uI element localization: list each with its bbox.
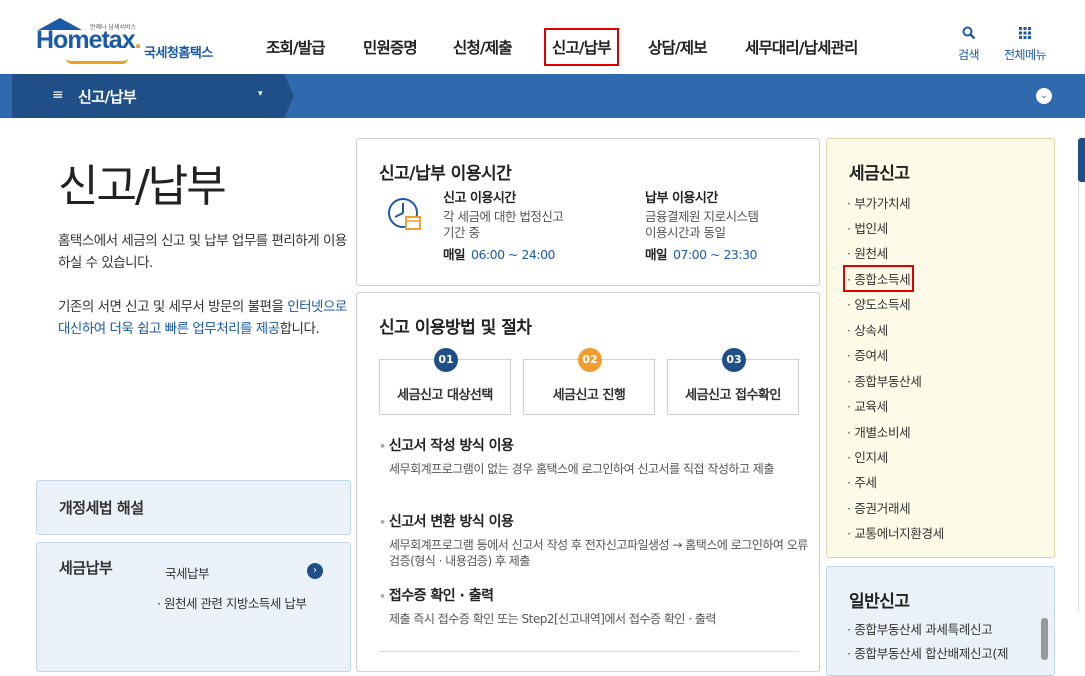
search-label: 검색 [958, 48, 980, 62]
procedure-item: 신고서 작성 방식 이용 세무회계프로그램이 없는 경우 홈택스에 로그인하여 … [379, 435, 809, 477]
side-item-real-estate-special[interactable]: 종합부동산세 과세특례신고 [847, 619, 992, 638]
tax-law-explanation-box[interactable]: 개정세법 해설 [36, 480, 351, 535]
clock-calendar-icon [385, 195, 423, 233]
right-edge-tab[interactable] [1078, 138, 1085, 182]
procedure-item-title: 신고서 작성 방식 이용 [379, 435, 809, 455]
logo-wordmark-dot: . [134, 26, 142, 54]
local-income-tax-payment-link[interactable]: · 원천세 관련 지방소득세 납부 [157, 593, 307, 612]
side-item-transfer-income-tax[interactable]: 양도소득세 [847, 294, 910, 313]
procedure-item: 접수증 확인 · 출력 제출 즉시 접수증 확인 또는 Step2[신고내역]에… [379, 585, 809, 627]
hamburger-icon: ≡ [52, 87, 64, 103]
scrollbar-thumb[interactable] [1041, 618, 1048, 660]
side-item-individual-consumption-tax[interactable]: 개별소비세 [847, 422, 910, 441]
pay-time-desc2: 이용시간과 동일 [645, 225, 726, 240]
report-time-hours: 매일 06:00 ~ 24:00 [443, 247, 563, 263]
intro-description-2: 기존의 서면 신고 및 세무서 방문의 불편을 인터넷으로 대신하여 더욱 쉽고… [58, 296, 348, 340]
side-item-comprehensive-real-estate-tax[interactable]: 종합부동산세 [847, 371, 922, 390]
gnb-item-application[interactable]: 신청/제출 [453, 36, 512, 58]
logo-swoosh [66, 58, 128, 64]
pay-time-hours: 매일 07:00 ~ 23:30 [645, 247, 758, 263]
category-selector-arrow [284, 74, 294, 118]
report-time-column: 신고 이용시간 각 세금에 대한 법정신고 기간 중 매일 06:00 ~ 24:… [443, 191, 564, 263]
side-item-education-tax[interactable]: 교육세 [847, 396, 888, 415]
search-button[interactable]: 검색 [958, 26, 980, 63]
side-item-traffic-energy-env-tax[interactable]: 교통에너지환경세 [847, 523, 944, 542]
all-menu-button[interactable]: 전체메뉴 [1004, 26, 1047, 63]
tax-payment-title: 세금납부 [59, 559, 113, 577]
hometax-logo[interactable]: 언제나 납세서비스 Hometax. 국세청홈택스 [36, 18, 236, 74]
intro-desc2-text: 기존의 서면 신고 및 세무서 방문의 불편을 [58, 299, 288, 315]
all-menu-label: 전체메뉴 [1004, 48, 1047, 62]
tax-law-explanation-title: 개정세법 해설 [59, 499, 144, 517]
right-edge-panel [1078, 182, 1085, 612]
step-number: 01 [434, 348, 458, 372]
page-title: 신고/납부 [58, 161, 227, 212]
intro-description: 홈택스에서 세금의 신고 및 납부 업무를 편리하게 이용하실 수 있습니다. [58, 233, 347, 271]
sub-navbar: ≡ 신고/납부 ▾ ⌄ [0, 74, 1085, 118]
pay-time-desc1: 금융결제원 지로시스템 [645, 209, 759, 224]
side-item-global-income-tax[interactable]: 종합소득세 [842, 265, 915, 292]
side-item-withholding-tax[interactable]: 원천세 [847, 243, 888, 262]
gnb-item-certificate[interactable]: 민원증명 [363, 36, 418, 58]
step-select-target[interactable]: 01 세금신고 대상선택 [379, 348, 511, 415]
report-time-desc2: 기간 중 [443, 225, 480, 240]
side-item-real-estate-exclusion[interactable]: 종합부동산세 합산배제신고(제 [847, 643, 1008, 662]
gnb-item-report-pay[interactable]: 신고/납부 [544, 28, 619, 66]
step-label: 세금신고 대상선택 [397, 388, 493, 403]
side-item-inheritance-tax[interactable]: 상속세 [847, 320, 888, 339]
gnb-item-consult[interactable]: 상담/제보 [648, 36, 707, 58]
logo-wordmark-home: Hom [36, 26, 90, 54]
category-title: 신고/납부 [78, 88, 137, 106]
side-item-vat[interactable]: 부가가치세 [847, 193, 910, 212]
side-item-liquor-tax[interactable]: 주세 [847, 472, 877, 491]
step-proceed-report[interactable]: 02 세금신고 진행 [523, 348, 655, 415]
divider [379, 651, 799, 652]
side-item-stamp-tax[interactable]: 인지세 [847, 447, 888, 466]
side-item-securities-transaction-tax[interactable]: 증권거래세 [847, 498, 910, 517]
procedure-card: 신고 이용방법 및 절차 01 세금신고 대상선택 02 세금신고 진행 03 … [356, 292, 820, 672]
general-report-title: 일반신고 [849, 592, 910, 612]
tax-payment-box: 세금납부 국세납부 › · 원천세 관련 지방소득세 납부 [36, 542, 351, 672]
side-item-corporate-tax[interactable]: 법인세 [847, 218, 888, 237]
step-label: 세금신고 접수확인 [685, 388, 781, 403]
gnb-item-inquiry[interactable]: 조회/발급 [266, 36, 325, 58]
pay-time-column: 납부 이용시간 금융결제원 지로시스템 이용시간과 동일 매일 07:00 ~ 2… [645, 191, 759, 263]
dropdown-caret-icon: ▾ [258, 89, 263, 99]
report-time-desc1: 각 세금에 대한 법정신고 [443, 209, 564, 224]
usage-time-title: 신고/납부 이용시간 [379, 164, 512, 184]
report-daily-label: 매일 [443, 247, 466, 262]
logo-wordmark-e: e [88, 26, 103, 54]
pay-time-value: 07:00 ~ 23:30 [673, 247, 757, 262]
tax-report-panel: 세금신고 부가가치세 법인세 원천세 종합소득세 양도소득세 상속세 증여세 종… [826, 138, 1055, 558]
side-item-gift-tax[interactable]: 증여세 [847, 345, 888, 364]
step-number: 02 [578, 348, 602, 372]
expand-circle-icon[interactable]: ⌄ [1036, 88, 1052, 104]
national-tax-payment-link[interactable]: 국세납부 [165, 563, 210, 582]
tax-report-title: 세금신고 [849, 164, 910, 184]
report-time-title: 신고 이용시간 [443, 191, 516, 206]
procedure-title: 신고 이용방법 및 절차 [379, 318, 532, 338]
procedure-item-desc: 제출 즉시 접수증 확인 또는 Step2[신고내역]에서 접수증 확인 · 출… [389, 612, 716, 626]
logo-wordmark: Hometax. [36, 26, 142, 55]
procedure-item: 신고서 변환 방식 이용 세무회계프로그램 등에서 신고서 작성 후 전자신고파… [379, 511, 809, 569]
step-number: 03 [722, 348, 746, 372]
header: 언제나 납세서비스 Hometax. 국세청홈택스 조회/발급 민원증명 신청/… [0, 0, 1085, 74]
pay-daily-label: 매일 [645, 247, 668, 262]
intro-desc2-end: 합니다. [279, 321, 320, 337]
usage-time-card: 신고/납부 이용시간 신고 이용시간 각 세금에 대한 법정신고 기간 중 매일… [356, 138, 820, 286]
gnb-item-tax-agent[interactable]: 세무대리/납세관리 [745, 36, 858, 58]
step-label: 세금신고 진행 [552, 388, 626, 403]
pay-time-title: 납부 이용시간 [645, 191, 718, 206]
report-time-value: 06:00 ~ 24:00 [471, 247, 555, 262]
grid-menu-icon [1004, 26, 1046, 43]
logo-wordmark-tax: tax [101, 26, 135, 54]
procedure-item-title: 신고서 변환 방식 이용 [379, 511, 809, 531]
procedure-item-desc: 세무회계프로그램 등에서 신고서 작성 후 전자신고파일생성 → 홈택스에 로그… [389, 538, 808, 568]
go-arrow-icon[interactable]: › [307, 563, 323, 579]
search-icon [958, 26, 979, 43]
step-confirm-receipt[interactable]: 03 세금신고 접수확인 [667, 348, 799, 415]
procedure-item-desc: 세무회계프로그램이 없는 경우 홈택스에 로그인하여 신고서를 직접 작성하고 … [389, 462, 774, 476]
procedure-item-title: 접수증 확인 · 출력 [379, 585, 809, 605]
logo-korean-name: 국세청홈택스 [144, 46, 213, 61]
